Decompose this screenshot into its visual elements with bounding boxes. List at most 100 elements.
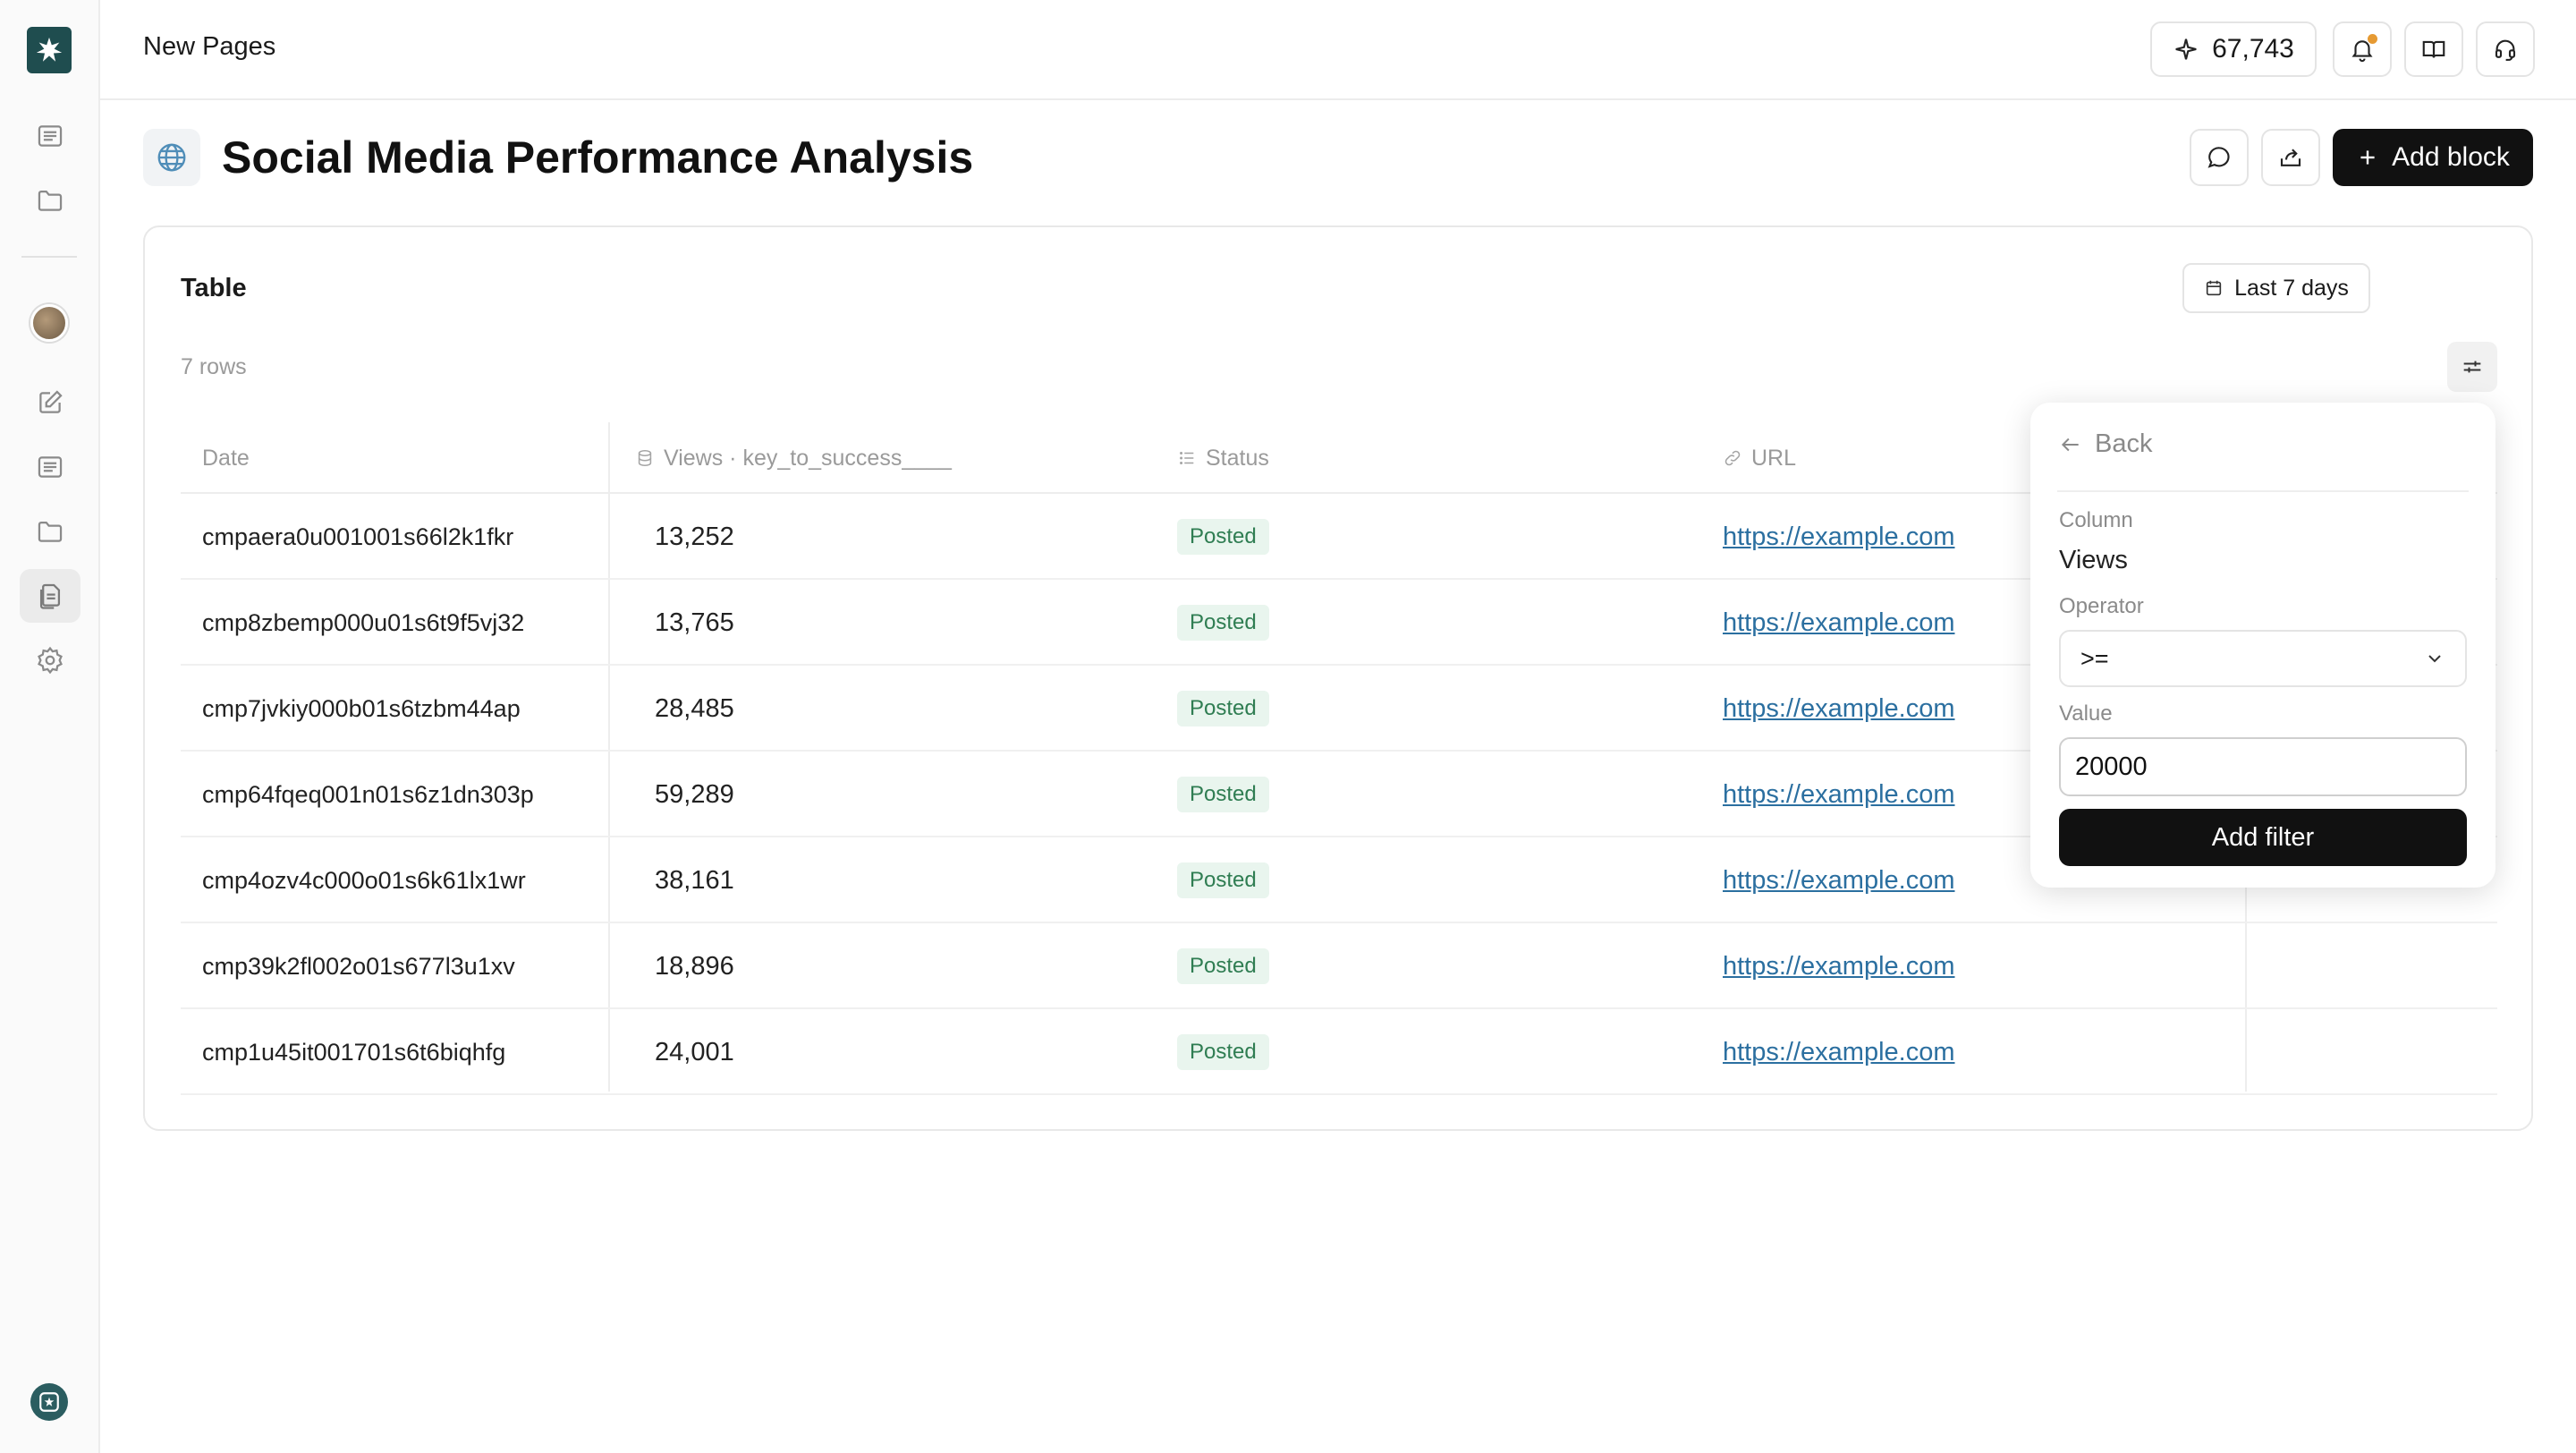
breadcrumb-title: New Pages bbox=[143, 32, 276, 61]
row-count: 7 rows bbox=[181, 354, 247, 379]
filter-column-label: Column bbox=[2059, 508, 2133, 532]
cell-views: 13,765 bbox=[655, 608, 734, 637]
cell-date: cmp8zbemp000u01s6t9f5vj32 bbox=[202, 608, 525, 636]
filter-value-label: Value bbox=[2059, 701, 2113, 726]
sidebar-item-folder[interactable] bbox=[20, 505, 80, 558]
sparkle-icon bbox=[2175, 38, 2197, 60]
status-badge: Posted bbox=[1177, 691, 1269, 726]
url-link[interactable]: https://example.com bbox=[1723, 952, 1955, 981]
calendar-icon bbox=[2206, 280, 2222, 296]
filter-column-value: Views bbox=[2059, 546, 2128, 574]
notifications-button[interactable] bbox=[2333, 21, 2392, 77]
url-link[interactable]: https://example.com bbox=[1723, 1038, 1955, 1067]
cell-views: 59,289 bbox=[655, 779, 734, 809]
filter-operator-label: Operator bbox=[2059, 594, 2144, 618]
link-icon bbox=[1724, 450, 1741, 466]
column-header-views[interactable]: Views · key_to_success____ bbox=[635, 422, 952, 494]
share-button[interactable] bbox=[2261, 129, 2320, 186]
add-block-label: Add block bbox=[2392, 142, 2510, 172]
url-link[interactable]: https://example.com bbox=[1723, 780, 1955, 810]
date-range-label: Last 7 days bbox=[2234, 275, 2349, 301]
arrow-left-icon bbox=[2061, 438, 2079, 451]
cell-views: 13,252 bbox=[655, 522, 734, 551]
cell-date: cmpaera0u001001s66l2k1fkr bbox=[202, 523, 514, 550]
filter-value-input[interactable] bbox=[2059, 737, 2467, 796]
filter-back-button[interactable]: Back bbox=[2059, 429, 2152, 459]
sliders-icon bbox=[2463, 361, 2481, 373]
url-link[interactable]: https://example.com bbox=[1723, 866, 1955, 896]
folder-icon bbox=[38, 190, 63, 211]
table-row[interactable]: cmp1u45it001701s6t6biqhfg 24,001 Posted … bbox=[181, 1009, 2497, 1095]
comments-button[interactable] bbox=[2190, 129, 2249, 186]
date-range-button[interactable]: Last 7 days bbox=[2182, 263, 2370, 313]
url-link[interactable]: https://example.com bbox=[1723, 523, 1955, 552]
status-badge: Posted bbox=[1177, 605, 1269, 641]
star-badge-icon bbox=[39, 1392, 59, 1412]
list-icon bbox=[38, 125, 63, 147]
book-icon bbox=[2422, 40, 2445, 58]
credits-count: 67,743 bbox=[2212, 34, 2294, 64]
list-icon bbox=[38, 456, 63, 478]
status-badge: Posted bbox=[1177, 1034, 1269, 1070]
add-block-button[interactable]: Add block bbox=[2333, 129, 2533, 186]
comment-icon bbox=[2207, 147, 2230, 168]
star-logo-icon bbox=[36, 37, 63, 62]
docs-button[interactable] bbox=[2404, 21, 2463, 77]
status-badge: Posted bbox=[1177, 948, 1269, 984]
filter-operator-select[interactable]: >= bbox=[2059, 630, 2467, 687]
list-icon bbox=[1180, 451, 1194, 465]
column-header-label: Date bbox=[202, 445, 250, 471]
cell-date: cmp1u45it001701s6t6biqhfg bbox=[202, 1038, 506, 1066]
card-title: Table bbox=[181, 274, 247, 302]
headset-icon bbox=[2495, 39, 2516, 61]
cell-date: cmp4ozv4c000o01s6k61lx1wr bbox=[202, 866, 526, 894]
notification-dot bbox=[2368, 34, 2377, 44]
status-badge: Posted bbox=[1177, 862, 1269, 898]
cell-date: cmp39k2fl002o01s677l3u1xv bbox=[202, 952, 515, 980]
column-header-date[interactable]: Date bbox=[202, 422, 250, 494]
url-link[interactable]: https://example.com bbox=[1723, 694, 1955, 724]
chevron-down-icon bbox=[2428, 655, 2441, 663]
sidebar-item-pages[interactable] bbox=[20, 109, 80, 163]
cell-views: 24,001 bbox=[655, 1037, 734, 1066]
cell-date: cmp7jvkiy000b01s6tzbm44ap bbox=[202, 694, 521, 722]
filter-divider bbox=[2057, 490, 2469, 492]
table-settings-button[interactable] bbox=[2447, 342, 2497, 392]
page-icon[interactable] bbox=[143, 129, 200, 186]
cell-views: 38,161 bbox=[655, 865, 734, 895]
support-button[interactable] bbox=[2476, 21, 2535, 77]
database-icon bbox=[638, 449, 652, 467]
filter-operator-value: >= bbox=[2080, 644, 2109, 672]
help-logo[interactable] bbox=[30, 1383, 68, 1421]
sidebar-item-documents[interactable] bbox=[20, 569, 80, 623]
column-header-label: Views · key_to_success____ bbox=[664, 445, 952, 471]
column-header-label: Status bbox=[1206, 445, 1269, 471]
document-icon bbox=[39, 583, 61, 609]
sidebar-item-list[interactable] bbox=[20, 440, 80, 494]
gear-icon bbox=[38, 646, 63, 675]
folder-icon bbox=[38, 521, 63, 542]
cell-views: 18,896 bbox=[655, 951, 734, 981]
share-icon bbox=[2280, 149, 2301, 166]
sidebar-item-settings[interactable] bbox=[20, 633, 80, 687]
sidebar-divider bbox=[21, 256, 77, 258]
status-badge: Posted bbox=[1177, 777, 1269, 812]
filter-back-label: Back bbox=[2095, 429, 2153, 458]
cell-date: cmp64fqeq001n01s6z1dn303p bbox=[202, 780, 534, 808]
table-row[interactable]: cmp39k2fl002o01s677l3u1xv 18,896 Posted … bbox=[181, 923, 2497, 1009]
sidebar bbox=[0, 0, 100, 1453]
workspace-avatar[interactable] bbox=[30, 304, 68, 342]
add-filter-button[interactable]: Add filter bbox=[2059, 809, 2467, 866]
sidebar-item-folders[interactable] bbox=[20, 174, 80, 227]
url-link[interactable]: https://example.com bbox=[1723, 608, 1955, 638]
sidebar-item-edit[interactable] bbox=[20, 376, 80, 429]
app-logo[interactable] bbox=[27, 27, 72, 73]
column-header-status[interactable]: Status bbox=[1177, 422, 1269, 494]
filter-popover: Back Column Views Operator >= Value Add … bbox=[2030, 403, 2496, 888]
edit-icon bbox=[39, 390, 63, 413]
top-bar: New Pages 67,743 bbox=[100, 0, 2576, 100]
credits-button[interactable]: 67,743 bbox=[2150, 21, 2317, 77]
column-header-url[interactable]: URL bbox=[1723, 422, 1796, 494]
cell-views: 28,485 bbox=[655, 693, 734, 723]
globe-icon bbox=[157, 143, 186, 172]
